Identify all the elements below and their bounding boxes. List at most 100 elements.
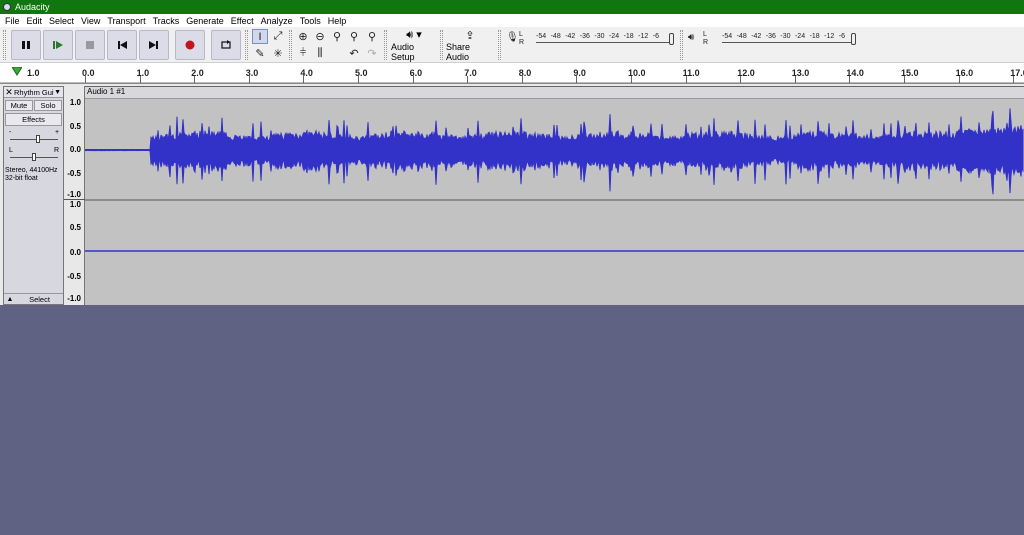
scale-label: -36 (765, 33, 776, 40)
silence-button[interactable]: ⫼ (312, 46, 328, 61)
menu-edit[interactable]: Edit (24, 16, 46, 26)
solo-button[interactable]: Solo (34, 100, 62, 111)
tools-toolbar-grip[interactable] (245, 30, 248, 60)
skip-end-icon (149, 41, 158, 49)
timeline-tick (631, 76, 632, 83)
timeline-tick-label: 8.0 (518, 68, 532, 78)
redo-icon: ↷ (367, 48, 377, 60)
timeline-tick-label: 6.0 (409, 68, 423, 78)
redo-button[interactable]: ↷ (364, 46, 380, 61)
menu-file[interactable]: File (2, 16, 23, 26)
effects-button[interactable]: Effects (5, 113, 62, 126)
stop-button[interactable] (75, 30, 105, 60)
menu-help[interactable]: Help (325, 16, 350, 26)
menu-analyze[interactable]: Analyze (258, 16, 296, 26)
scale-label: -54 (536, 33, 547, 40)
menu-effect[interactable]: Effect (228, 16, 257, 26)
y-axis-label: 1.0 (69, 200, 81, 209)
track-menu-chevron-icon[interactable]: ▼ (54, 89, 63, 96)
close-track-icon[interactable]: ✕ (4, 87, 14, 98)
envelope-tool[interactable]: ⤢ (270, 29, 286, 44)
timeline-options-icon[interactable] (12, 67, 22, 76)
trim-button[interactable]: ⫩ (295, 46, 311, 61)
fit-selection-button[interactable]: ⚲ (329, 29, 345, 44)
timeline-tick (85, 76, 86, 83)
pause-button[interactable] (11, 30, 41, 60)
play-meter-clip-indicator (851, 33, 856, 45)
menu-tools[interactable]: Tools (297, 16, 324, 26)
play-meter-scale: -54 -48 -42 -36 -30 -24 -18 -12 -6 (722, 33, 853, 40)
timeline-tick (194, 76, 196, 83)
rec-meter-left: L (519, 31, 523, 38)
undo-button[interactable]: ↶ (346, 46, 362, 61)
track-name[interactable]: Rhythm Guit (14, 88, 54, 97)
mute-button[interactable]: Mute (5, 100, 33, 111)
menu-transport[interactable]: Transport (104, 16, 148, 26)
track-format-rate: Stereo, 44100Hz (5, 167, 58, 174)
gain-slider-track[interactable] (10, 139, 58, 140)
play-button[interactable] (43, 30, 73, 60)
record-meter[interactable]: 🎙︎ L R -54 -48 -42 -36 -30 -24 -18 -12 -… (505, 31, 675, 53)
track-select-bar[interactable]: ▲ Select (4, 293, 63, 304)
rec-meter-ruler (536, 42, 670, 43)
audio-setup-grip[interactable] (384, 30, 387, 60)
timeline-ruler[interactable]: 1.0 0.0 1.0 2.0 3.0 4.0 5.0 6.0 7.0 8.0 9.0 10.0 11… (0, 63, 1024, 83)
rec-meter-clip-indicator (669, 33, 674, 45)
multi-tool[interactable]: ✳ (270, 46, 286, 61)
track-format-bits: 32-bit float (5, 175, 38, 182)
menu-view[interactable]: View (78, 16, 103, 26)
asterisk-icon: ✳ (273, 48, 283, 60)
trim-icon: ⫩ (299, 47, 307, 59)
track-name-bar[interactable]: ✕ Rhythm Guit ▼ (4, 87, 63, 98)
zoom-out-button[interactable]: ⊖ (312, 29, 328, 44)
pan-right-label: R (54, 147, 60, 154)
track-control-panel: ✕ Rhythm Guit ▼ Mute Solo Effects - + L … (3, 86, 64, 305)
scale-label: -48 (550, 33, 561, 40)
menu-tracks[interactable]: Tracks (150, 16, 183, 26)
menu-generate[interactable]: Generate (183, 16, 227, 26)
record-button[interactable] (175, 30, 205, 60)
title-bar: Audacity (0, 0, 1024, 14)
draw-tool[interactable]: ✎ (252, 46, 268, 61)
loop-button[interactable] (211, 30, 241, 60)
playback-meter[interactable]: 🔊︎ L R -54 -48 -42 -36 -30 -24 -18 -12 -… (687, 31, 859, 53)
transport-toolbar-grip[interactable] (3, 30, 6, 60)
fit-project-icon: ⚲ (349, 31, 359, 43)
skip-to-end-button[interactable] (139, 30, 169, 60)
zoom-out-icon: ⊖ (315, 31, 325, 43)
zoom-in-button[interactable]: ⊕ (295, 29, 311, 44)
share-grip[interactable] (440, 30, 443, 60)
waveform[interactable] (85, 100, 1024, 306)
audio-clip[interactable]: Audio 1 #1 (85, 86, 1024, 305)
scale-label: -36 (579, 33, 590, 40)
clip-name: Audio 1 #1 (87, 87, 126, 96)
select-track-button[interactable]: Select (16, 295, 63, 304)
record-meter-grip[interactable] (498, 30, 501, 60)
y-axis-label: 0.5 (69, 223, 81, 232)
gain-slider-thumb[interactable] (36, 135, 40, 143)
edit-toolbar-grip[interactable] (289, 30, 292, 60)
fit-project-button[interactable]: ⚲ (346, 29, 362, 44)
timeline-tick (521, 76, 523, 83)
selection-tool[interactable]: I (252, 29, 268, 44)
collapse-track-icon[interactable]: ▲ (4, 296, 16, 303)
scale-label: -18 (623, 33, 634, 40)
share-audio-button[interactable]: ⇪ Share Audio (446, 29, 494, 62)
skip-to-start-button[interactable] (107, 30, 137, 60)
play-meter-grip[interactable] (680, 30, 683, 60)
timeline-tick-label: 0.0 (82, 68, 95, 78)
timeline-tick-label: 9.0 (573, 68, 586, 78)
waveform-left-channel (85, 108, 1024, 195)
silence-icon: ⫼ (317, 47, 323, 59)
timeline-tick (904, 76, 905, 83)
menu-select[interactable]: Select (46, 16, 77, 26)
audio-setup-button[interactable]: 🔊︎ ▾ Audio Setup (391, 29, 437, 62)
share-icon: ⇪ (465, 29, 475, 42)
scale-label: -30 (594, 33, 605, 40)
clip-title-bar[interactable]: Audio 1 #1 (85, 87, 1024, 99)
timeline-tick-label: 5.0 (355, 68, 368, 78)
vertical-ruler[interactable]: 1.0 0.5 0.0 -0.5 -1.0 1.0 0.5 0.0 -0.5 -… (64, 86, 85, 305)
scale-label: -42 (751, 33, 762, 40)
zoom-toggle-button[interactable]: ⚲ (364, 29, 380, 44)
pan-slider-thumb[interactable] (32, 153, 36, 161)
